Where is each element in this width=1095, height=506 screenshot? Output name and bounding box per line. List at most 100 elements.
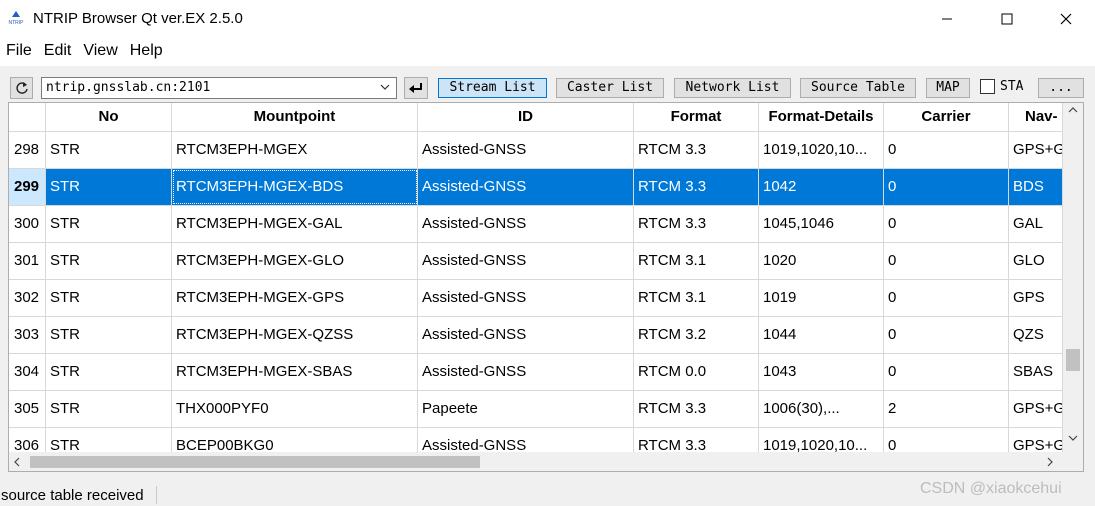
table-row[interactable]: 305 STR THX000PYF0 Papeete RTCM 3.3 1006(30),…: [9, 391, 1063, 428]
cell-id[interactable]: Assisted-GNSS: [418, 280, 634, 316]
row-number[interactable]: 299: [9, 169, 46, 205]
cell-mountpoint[interactable]: RTCM3EPH-MGEX-BDS: [172, 169, 418, 205]
cell-id[interactable]: Assisted-GNSS: [418, 169, 634, 205]
cell-carrier[interactable]: 0: [884, 317, 1009, 353]
cell-carrier[interactable]: 2: [884, 391, 1009, 427]
more-button[interactable]: ...: [1038, 78, 1084, 98]
table-row[interactable]: 303 STR RTCM3EPH-MGEX-QZSS Assisted-GNSS RTC…: [9, 317, 1063, 354]
cell-id[interactable]: Assisted-GNSS: [418, 132, 634, 168]
caster-list-button[interactable]: Caster List: [556, 78, 664, 98]
cell-nav[interactable]: QZS: [1009, 317, 1063, 353]
cell-carrier[interactable]: 0: [884, 354, 1009, 390]
column-header-mountpoint[interactable]: Mountpoint: [172, 103, 418, 132]
refresh-button[interactable]: [10, 77, 33, 99]
cell-carrier[interactable]: 0: [884, 206, 1009, 242]
cell-format-details[interactable]: 1019: [759, 280, 884, 316]
cell-carrier[interactable]: 0: [884, 132, 1009, 168]
cell-mountpoint[interactable]: RTCM3EPH-MGEX: [172, 132, 418, 168]
sta-checkbox[interactable]: [980, 79, 995, 94]
table-row[interactable]: 304 STR RTCM3EPH-MGEX-SBAS Assisted-GNSS RTC…: [9, 354, 1063, 391]
table-row[interactable]: 306 STR BCEP00BKG0 Assisted-GNSS RTCM 3.3 101…: [9, 428, 1063, 452]
table-row[interactable]: 302 STR RTCM3EPH-MGEX-GPS Assisted-GNSS RTCM…: [9, 280, 1063, 317]
vertical-scrollbar[interactable]: [1063, 103, 1083, 452]
cell-format-details[interactable]: 1042: [759, 169, 884, 205]
source-table-button[interactable]: Source Table: [800, 78, 916, 98]
column-header-no[interactable]: No: [46, 103, 172, 132]
scroll-left-icon[interactable]: [13, 457, 21, 467]
menu-help[interactable]: Help: [124, 38, 169, 66]
cell-nav[interactable]: BDS: [1009, 169, 1063, 205]
cell-format[interactable]: RTCM 0.0: [634, 354, 759, 390]
cell-id[interactable]: Assisted-GNSS: [418, 243, 634, 279]
table-row[interactable]: 299 STR RTCM3EPH-MGEX-BDS Assisted-GNSS RTCM…: [9, 169, 1063, 206]
cell-format[interactable]: RTCM 3.3: [634, 132, 759, 168]
cell-mountpoint[interactable]: RTCM3EPH-MGEX-QZSS: [172, 317, 418, 353]
column-header-format[interactable]: Format: [634, 103, 759, 132]
stream-table[interactable]: No Mountpoint ID Format Format-Details C…: [8, 102, 1084, 472]
maximize-button[interactable]: [978, 0, 1036, 38]
cell-format[interactable]: RTCM 3.3: [634, 169, 759, 205]
close-button[interactable]: [1037, 0, 1095, 38]
column-header-nav[interactable]: Nav-: [1009, 103, 1063, 132]
table-row[interactable]: 298 STR RTCM3EPH-MGEX Assisted-GNSS RTCM 3.3…: [9, 132, 1063, 169]
cell-id[interactable]: Papeete: [418, 391, 634, 427]
cell-format-details[interactable]: 1045,1046: [759, 206, 884, 242]
connect-button[interactable]: [404, 77, 428, 99]
cell-format[interactable]: RTCM 3.2: [634, 317, 759, 353]
menu-view[interactable]: View: [77, 38, 123, 66]
row-number[interactable]: 306: [9, 428, 46, 452]
cell-format-details[interactable]: 1043: [759, 354, 884, 390]
cell-format-details[interactable]: 1044: [759, 317, 884, 353]
column-header-carrier[interactable]: Carrier: [884, 103, 1009, 132]
row-number[interactable]: 303: [9, 317, 46, 353]
cell-no[interactable]: STR: [46, 391, 172, 427]
map-button[interactable]: MAP: [926, 78, 970, 98]
cell-id[interactable]: Assisted-GNSS: [418, 206, 634, 242]
cell-nav[interactable]: GPS: [1009, 280, 1063, 316]
cell-carrier[interactable]: 0: [884, 243, 1009, 279]
cell-carrier[interactable]: 0: [884, 280, 1009, 316]
cell-mountpoint[interactable]: RTCM3EPH-MGEX-GAL: [172, 206, 418, 242]
cell-nav[interactable]: GAL: [1009, 206, 1063, 242]
cell-no[interactable]: STR: [46, 243, 172, 279]
row-number[interactable]: 304: [9, 354, 46, 390]
cell-format[interactable]: RTCM 3.1: [634, 280, 759, 316]
menu-edit[interactable]: Edit: [38, 38, 78, 66]
cell-format-details[interactable]: 1019,1020,10...: [759, 132, 884, 168]
row-number[interactable]: 298: [9, 132, 46, 168]
cell-no[interactable]: STR: [46, 206, 172, 242]
minimize-button[interactable]: [918, 0, 976, 38]
row-number[interactable]: 305: [9, 391, 46, 427]
stream-list-button[interactable]: Stream List: [438, 78, 547, 98]
cell-format[interactable]: RTCM 3.3: [634, 428, 759, 452]
cell-no[interactable]: STR: [46, 354, 172, 390]
horizontal-scroll-thumb[interactable]: [30, 456, 480, 468]
cell-id[interactable]: Assisted-GNSS: [418, 354, 634, 390]
cell-format-details[interactable]: 1006(30),...: [759, 391, 884, 427]
cell-nav[interactable]: GLO: [1009, 243, 1063, 279]
cell-nav[interactable]: GPS+G: [1009, 428, 1063, 452]
cell-no[interactable]: STR: [46, 428, 172, 452]
table-row[interactable]: 300 STR RTCM3EPH-MGEX-GAL Assisted-GNSS RTCM…: [9, 206, 1063, 243]
caster-address-combo[interactable]: ntrip.gnsslab.cn:2101: [41, 77, 397, 99]
cell-mountpoint[interactable]: BCEP00BKG0: [172, 428, 418, 452]
horizontal-scrollbar[interactable]: [9, 452, 1063, 471]
row-number[interactable]: 301: [9, 243, 46, 279]
cell-no[interactable]: STR: [46, 280, 172, 316]
cell-mountpoint[interactable]: THX000PYF0: [172, 391, 418, 427]
cell-format[interactable]: RTCM 3.3: [634, 206, 759, 242]
scroll-right-icon[interactable]: [1046, 457, 1054, 467]
vertical-scroll-thumb[interactable]: [1066, 349, 1080, 371]
cell-carrier[interactable]: 0: [884, 169, 1009, 205]
menu-file[interactable]: File: [0, 38, 38, 66]
cell-mountpoint[interactable]: RTCM3EPH-MGEX-GPS: [172, 280, 418, 316]
cell-format[interactable]: RTCM 3.1: [634, 243, 759, 279]
row-number[interactable]: 300: [9, 206, 46, 242]
cell-id[interactable]: Assisted-GNSS: [418, 428, 634, 452]
cell-carrier[interactable]: 0: [884, 428, 1009, 452]
table-row[interactable]: 301 STR RTCM3EPH-MGEX-GLO Assisted-GNSS RTCM…: [9, 243, 1063, 280]
cell-format-details[interactable]: 1020: [759, 243, 884, 279]
cell-no[interactable]: STR: [46, 169, 172, 205]
scroll-up-icon[interactable]: [1068, 106, 1078, 114]
network-list-button[interactable]: Network List: [674, 78, 791, 98]
